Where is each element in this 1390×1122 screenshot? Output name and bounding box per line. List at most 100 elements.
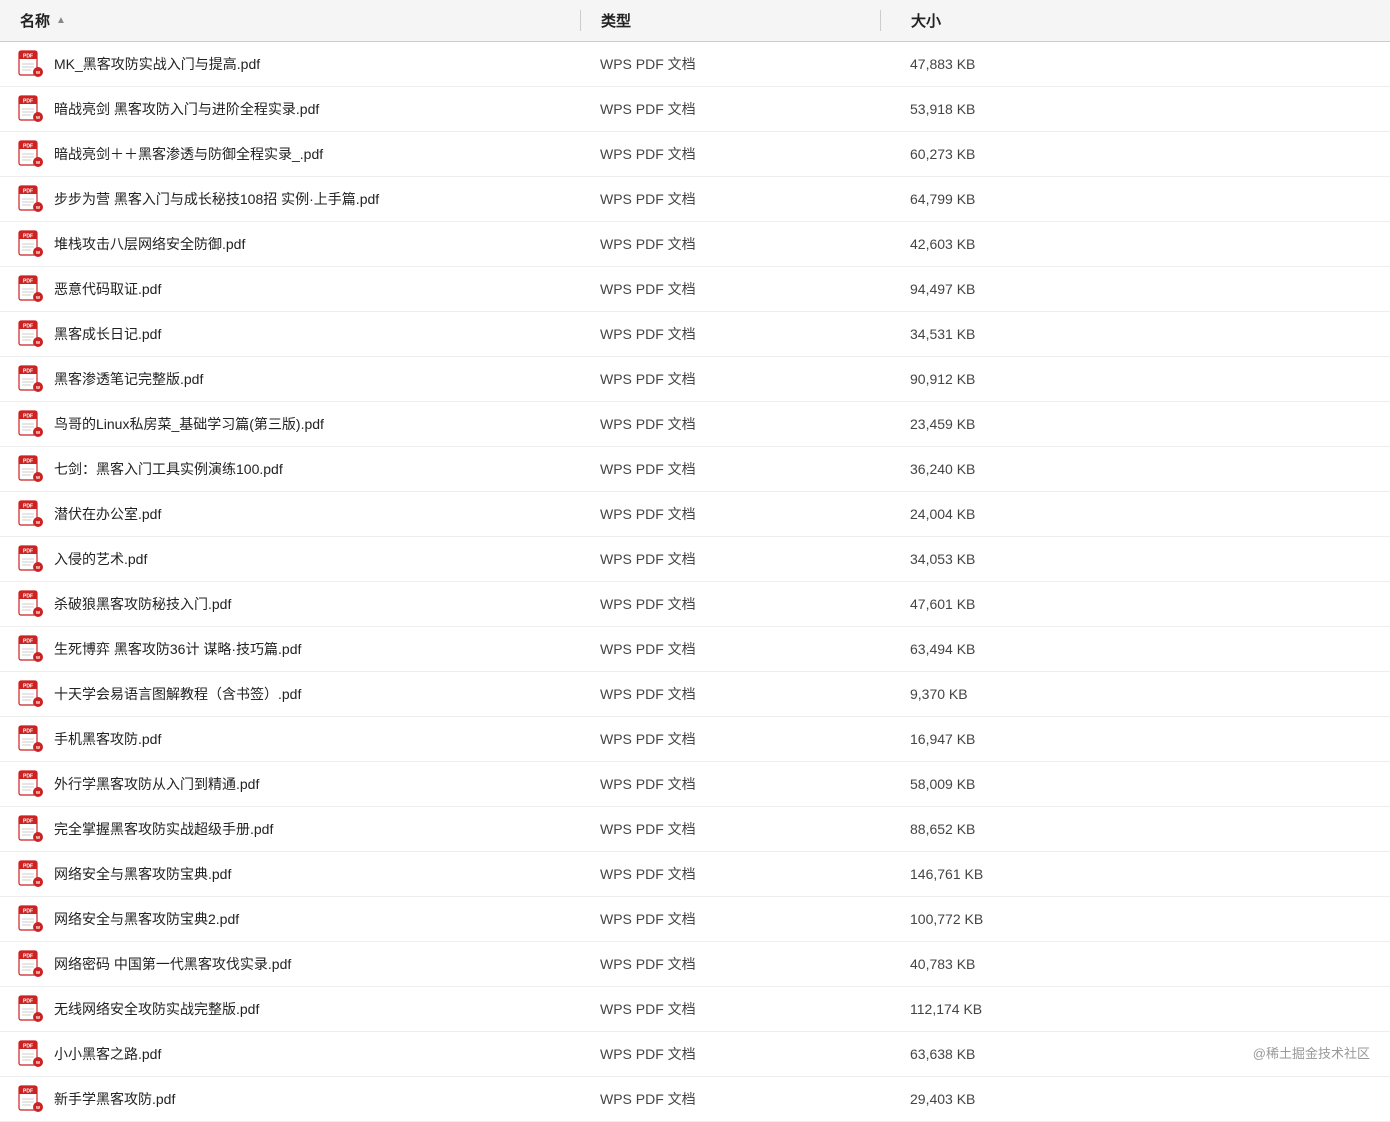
- file-type-cell: WPS PDF 文档: [580, 324, 880, 344]
- pdf-icon: PDF W: [16, 229, 46, 259]
- pdf-icon: PDF W: [16, 49, 46, 79]
- file-type: WPS PDF 文档: [600, 326, 696, 342]
- file-size-cell: 47,883 KB: [880, 56, 1390, 72]
- pdf-icon: PDF W: [16, 319, 46, 349]
- table-row[interactable]: PDF W 暗战亮剑 黑客攻防入门与进阶全程实录.pdf WPS PDF 文档: [0, 87, 1390, 132]
- file-type-cell: WPS PDF 文档: [580, 234, 880, 254]
- file-type: WPS PDF 文档: [600, 506, 696, 522]
- col-name-header[interactable]: 名称 ▲: [0, 10, 580, 31]
- svg-text:PDF: PDF: [23, 54, 33, 60]
- file-type-cell: WPS PDF 文档: [580, 684, 880, 704]
- pdf-icon: PDF W: [16, 364, 46, 394]
- file-name-cell: PDF W 黑客成长日记.pdf: [0, 319, 580, 349]
- pdf-icon: PDF W: [16, 1039, 46, 1069]
- file-size-cell: 63,494 KB: [880, 641, 1390, 657]
- table-row[interactable]: PDF W 无线网络安全攻防实战完整版.pdf WPS PDF 文档 112: [0, 987, 1390, 1032]
- table-row[interactable]: PDF W 堆栈攻击八层网络安全防御.pdf WPS PDF 文档 42,6: [0, 222, 1390, 267]
- table-row[interactable]: PDF W 网络安全与黑客攻防宝典2.pdf WPS PDF 文档 100,: [0, 897, 1390, 942]
- table-row[interactable]: PDF W 步步为营 黑客入门与成长秘技108招 实例·上手篇.pdf WPS …: [0, 177, 1390, 222]
- svg-text:PDF: PDF: [23, 459, 33, 465]
- file-type: WPS PDF 文档: [600, 146, 696, 162]
- file-type-cell: WPS PDF 文档: [580, 954, 880, 974]
- pdf-icon: PDF W: [16, 724, 46, 754]
- file-size: 29,403 KB: [910, 1091, 975, 1107]
- file-size: 94,497 KB: [910, 281, 975, 297]
- file-name: 新手学黑客攻防.pdf: [54, 1089, 175, 1109]
- file-type-cell: WPS PDF 文档: [580, 1089, 880, 1109]
- pdf-icon: PDF W: [16, 184, 46, 214]
- file-type-cell: WPS PDF 文档: [580, 54, 880, 74]
- file-size: 58,009 KB: [910, 776, 975, 792]
- file-size: 16,947 KB: [910, 731, 975, 747]
- pdf-icon: PDF W: [16, 94, 46, 124]
- pdf-icon: PDF W: [16, 859, 46, 889]
- file-type: WPS PDF 文档: [600, 596, 696, 612]
- col-size-header[interactable]: 大小: [880, 10, 1390, 31]
- table-row[interactable]: PDF W 潜伏在办公室.pdf WPS PDF 文档 24,004 KB: [0, 492, 1390, 537]
- table-row[interactable]: PDF W 七剑：黑客入门工具实例演练100.pdf WPS PDF 文档: [0, 447, 1390, 492]
- table-row[interactable]: PDF W 新手学黑客攻防.pdf WPS PDF 文档 29,403 KB: [0, 1077, 1390, 1122]
- table-row[interactable]: PDF W 恶意代码取证.pdf WPS PDF 文档 94,497 KB: [0, 267, 1390, 312]
- file-name: 暗战亮剑 黑客攻防入门与进阶全程实录.pdf: [54, 99, 319, 119]
- file-name: 生死博弈 黑客攻防36计 谋略·技巧篇.pdf: [54, 639, 301, 659]
- file-name: 手机黑客攻防.pdf: [54, 729, 161, 749]
- table-row[interactable]: PDF W 黑客渗透笔记完整版.pdf WPS PDF 文档 90,912: [0, 357, 1390, 402]
- table-row[interactable]: PDF W 杀破狼黑客攻防秘技入门.pdf WPS PDF 文档 47,60: [0, 582, 1390, 627]
- table-row[interactable]: PDF W 入侵的艺术.pdf WPS PDF 文档 34,053 KB: [0, 537, 1390, 582]
- file-name-cell: PDF W 网络安全与黑客攻防宝典2.pdf: [0, 904, 580, 934]
- file-size-cell: 88,652 KB: [880, 821, 1390, 837]
- table-row[interactable]: PDF W 手机黑客攻防.pdf WPS PDF 文档 16,947 KB: [0, 717, 1390, 762]
- file-size: 47,601 KB: [910, 596, 975, 612]
- file-name: 十天学会易语言图解教程（含书签）.pdf: [54, 684, 301, 704]
- table-header: 名称 ▲ 类型 大小: [0, 0, 1390, 42]
- pdf-icon: PDF W: [16, 1084, 46, 1114]
- table-row[interactable]: PDF W 网络密码 中国第一代黑客攻伐实录.pdf WPS PDF 文档: [0, 942, 1390, 987]
- table-row[interactable]: PDF W 暗战亮剑＋＋黑客渗透与防御全程实录_.pdf WPS PDF 文档: [0, 132, 1390, 177]
- svg-text:PDF: PDF: [23, 189, 33, 195]
- file-type: WPS PDF 文档: [600, 1091, 696, 1107]
- table-row[interactable]: PDF W 外行学黑客攻防从入门到精通.pdf WPS PDF 文档 58,: [0, 762, 1390, 807]
- file-size: 100,772 KB: [910, 911, 983, 927]
- file-name-cell: PDF W MK_黑客攻防实战入门与提高.pdf: [0, 49, 580, 79]
- svg-text:PDF: PDF: [23, 684, 33, 690]
- file-name: 恶意代码取证.pdf: [54, 279, 161, 299]
- pdf-icon: PDF W: [16, 454, 46, 484]
- table-row[interactable]: PDF W 鸟哥的Linux私房菜_基础学习篇(第三版).pdf WPS PDF…: [0, 402, 1390, 447]
- table-row[interactable]: PDF W 生死博弈 黑客攻防36计 谋略·技巧篇.pdf WPS PDF 文档: [0, 627, 1390, 672]
- svg-text:PDF: PDF: [23, 144, 33, 150]
- col-type-header[interactable]: 类型: [580, 10, 880, 31]
- file-name-cell: PDF W 杀破狼黑客攻防秘技入门.pdf: [0, 589, 580, 619]
- table-row[interactable]: PDF W 完全掌握黑客攻防实战超级手册.pdf WPS PDF 文档 88: [0, 807, 1390, 852]
- file-size: 24,004 KB: [910, 506, 975, 522]
- file-name-cell: PDF W 小小黑客之路.pdf: [0, 1039, 580, 1069]
- file-name-cell: PDF W 步步为营 黑客入门与成长秘技108招 实例·上手篇.pdf: [0, 184, 580, 214]
- file-name: 无线网络安全攻防实战完整版.pdf: [54, 999, 259, 1019]
- file-name: 外行学黑客攻防从入门到精通.pdf: [54, 774, 259, 794]
- file-size: 112,174 KB: [910, 1001, 982, 1017]
- watermark: @稀土掘金技术社区: [1253, 1043, 1370, 1062]
- file-size: 42,603 KB: [910, 236, 975, 252]
- table-row[interactable]: PDF W 小小黑客之路.pdf WPS PDF 文档 63,638 KB: [0, 1032, 1390, 1077]
- table-row[interactable]: PDF W 网络安全与黑客攻防宝典.pdf WPS PDF 文档 146,7: [0, 852, 1390, 897]
- pdf-icon: PDF W: [16, 409, 46, 439]
- file-type-cell: WPS PDF 文档: [580, 639, 880, 659]
- file-type-cell: WPS PDF 文档: [580, 774, 880, 794]
- table-row[interactable]: PDF W 黑客成长日记.pdf WPS PDF 文档 34,531 KB: [0, 312, 1390, 357]
- svg-text:PDF: PDF: [23, 369, 33, 375]
- file-size: 90,912 KB: [910, 371, 975, 387]
- svg-text:PDF: PDF: [23, 99, 33, 105]
- file-name: 入侵的艺术.pdf: [54, 549, 147, 569]
- file-name-cell: PDF W 暗战亮剑＋＋黑客渗透与防御全程实录_.pdf: [0, 139, 580, 169]
- file-size-cell: 40,783 KB: [880, 956, 1390, 972]
- table-row[interactable]: PDF W 十天学会易语言图解教程（含书签）.pdf WPS PDF 文档: [0, 672, 1390, 717]
- pdf-icon: PDF W: [16, 499, 46, 529]
- svg-text:PDF: PDF: [23, 594, 33, 600]
- file-type: WPS PDF 文档: [600, 236, 696, 252]
- file-type-cell: WPS PDF 文档: [580, 189, 880, 209]
- file-size-cell: 36,240 KB: [880, 461, 1390, 477]
- svg-text:PDF: PDF: [23, 729, 33, 735]
- file-type: WPS PDF 文档: [600, 821, 696, 837]
- file-name-cell: PDF W 恶意代码取证.pdf: [0, 274, 580, 304]
- table-row[interactable]: PDF W MK_黑客攻防实战入门与提高.pdf WPS PDF 文档 47: [0, 42, 1390, 87]
- file-name: 完全掌握黑客攻防实战超级手册.pdf: [54, 819, 273, 839]
